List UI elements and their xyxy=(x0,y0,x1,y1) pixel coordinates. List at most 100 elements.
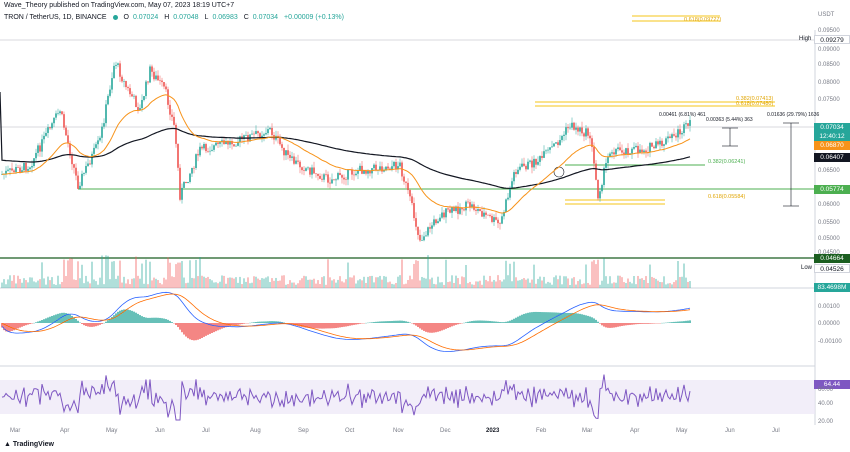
candle-body xyxy=(375,164,377,171)
candle-body xyxy=(343,177,345,180)
macd-hist-bar xyxy=(545,312,547,323)
volume-bar xyxy=(81,264,83,288)
main-pane[interactable] xyxy=(0,30,815,288)
tradingview-logo[interactable]: ▲ TradingView xyxy=(4,441,54,448)
volume-bar xyxy=(427,255,429,288)
macd-hist-bar xyxy=(341,323,343,328)
macd-hist-bar xyxy=(97,323,99,326)
candle-body xyxy=(593,147,595,164)
candle-body xyxy=(299,161,301,168)
macd-hist-bar xyxy=(607,323,609,328)
volume-bar xyxy=(195,259,197,288)
volume-bar xyxy=(153,277,155,288)
macd-hist-bar xyxy=(195,323,197,341)
candle-body xyxy=(467,201,469,203)
macd-hist-bar xyxy=(417,323,419,327)
price-tick: 0.09500 xyxy=(818,28,840,34)
candle-body xyxy=(423,236,425,241)
volume-bar xyxy=(121,282,123,288)
volume-bar xyxy=(247,277,249,288)
candle-body xyxy=(483,212,485,217)
volume-bar xyxy=(447,282,449,288)
volume-bar xyxy=(369,276,371,288)
macd-hist-bar xyxy=(125,309,127,323)
volume-bar xyxy=(199,257,201,288)
volume-bar xyxy=(283,275,285,288)
high-value: 0.09279 xyxy=(814,35,850,44)
macd-hist-bar xyxy=(549,312,551,323)
volume-bar xyxy=(409,275,411,288)
macd-hist-bar xyxy=(101,323,103,324)
macd-hist-bar xyxy=(177,323,179,328)
macd-hist-bar xyxy=(517,316,519,323)
macd-hist-bar xyxy=(587,315,589,323)
volume-bar xyxy=(529,282,531,288)
volume-bar xyxy=(613,282,615,288)
volume-bar xyxy=(433,283,435,288)
candle-body xyxy=(573,122,575,130)
macd-hist-bar xyxy=(481,320,483,323)
candle-body xyxy=(163,82,165,87)
volume-bar xyxy=(25,280,27,288)
candle-body xyxy=(445,208,447,218)
candle-body xyxy=(201,146,203,149)
candle-body xyxy=(491,215,493,222)
macd-hist-bar xyxy=(301,323,303,327)
volume-bar xyxy=(343,282,345,288)
candle-body xyxy=(595,163,597,180)
macd-hist-bar xyxy=(455,323,457,325)
volume-bar xyxy=(581,284,583,288)
macd-hist-bar xyxy=(49,316,51,323)
candle-body xyxy=(687,123,689,126)
volume-bar xyxy=(603,258,605,288)
volume-bar xyxy=(543,276,545,288)
candle-body xyxy=(269,127,271,130)
candle-body xyxy=(25,162,27,171)
candle-body xyxy=(319,175,321,179)
macd-hist-bar xyxy=(477,320,479,323)
candle-body xyxy=(361,165,363,174)
volume-bar xyxy=(627,278,629,288)
candle-body xyxy=(501,216,503,224)
macd-hist-bar xyxy=(211,323,213,334)
low-label: Low xyxy=(801,265,813,271)
macd-hist-bar xyxy=(151,317,153,323)
candle-body xyxy=(431,225,433,229)
volume-bar xyxy=(413,263,415,288)
volume-bar xyxy=(15,283,17,288)
candle-body xyxy=(617,147,619,150)
candle-body xyxy=(585,128,587,137)
macd-hist-bar xyxy=(675,321,677,323)
candle-body xyxy=(613,152,615,155)
volume-bar xyxy=(155,278,157,288)
candle-body xyxy=(279,137,281,145)
signal-line[interactable] xyxy=(1,293,691,351)
candle-body xyxy=(209,150,211,152)
macd-hist-bar xyxy=(601,323,603,326)
macd-line[interactable] xyxy=(1,291,691,352)
macd-hist-bar xyxy=(265,321,267,323)
macd-hist-bar xyxy=(669,322,671,323)
price-chart[interactable] xyxy=(0,0,850,452)
macd-hist-bar xyxy=(401,320,403,323)
volume-bar xyxy=(307,279,309,288)
month-label: Feb xyxy=(536,428,547,434)
macd-hist-bar xyxy=(311,323,313,329)
tradingview-icon: ▲ xyxy=(4,441,11,448)
candle-body xyxy=(509,188,511,198)
candle-body xyxy=(217,142,219,144)
candle-body xyxy=(331,179,333,184)
macd-hist-bar xyxy=(673,321,675,323)
macd-hist-bar xyxy=(127,309,129,323)
last-price-label: 0.07034 xyxy=(814,123,850,132)
macd-hist-bar xyxy=(373,322,375,323)
volume-bar xyxy=(583,283,585,288)
volume-bar xyxy=(149,261,151,288)
candle-body xyxy=(521,163,523,167)
volume-bar xyxy=(29,277,31,288)
volume-bar xyxy=(211,280,213,288)
candle-body xyxy=(285,150,287,156)
volume-bar xyxy=(463,277,465,288)
macd-hist-bar xyxy=(57,313,59,323)
candle-body xyxy=(519,166,521,170)
